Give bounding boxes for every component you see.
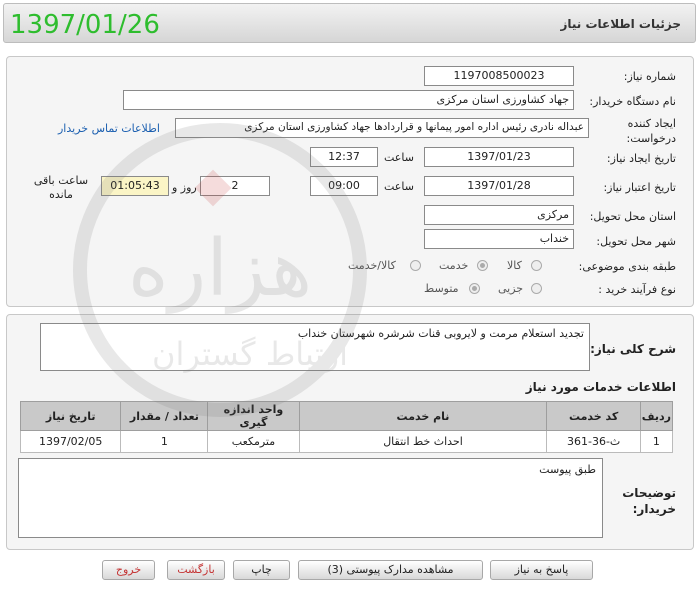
buyer-contact-link[interactable]: اطلاعات تماس خریدار bbox=[58, 122, 160, 135]
remaining-label: ساعت باقی مانده bbox=[33, 174, 89, 201]
creator-label: ایجاد کننده درخواست: bbox=[626, 117, 676, 145]
category-service-radio[interactable] bbox=[477, 260, 488, 271]
service-code-cell: ث-36-361 bbox=[546, 430, 641, 453]
unit-cell: مترمکعب bbox=[207, 430, 300, 453]
province-label: استان محل تحویل: bbox=[589, 210, 676, 223]
purchase-minor-radio[interactable] bbox=[531, 283, 542, 294]
page-header: 1397/01/26 جزئیات اطلاعات نیاز bbox=[3, 3, 696, 43]
remaining-time-field: 01:05:43 bbox=[101, 176, 169, 196]
col-row: ردیف bbox=[639, 401, 674, 431]
province-field: مرکزی bbox=[424, 205, 574, 225]
col-service-name: نام خدمت bbox=[298, 401, 548, 431]
validity-label: تاریخ اعتبار نیاز: bbox=[603, 181, 676, 194]
row-number-cell: 1 bbox=[639, 430, 674, 453]
category-service-label: خدمت bbox=[439, 259, 469, 272]
category-label: طبقه بندی موضوعی: bbox=[578, 260, 676, 273]
print-button[interactable]: چاپ bbox=[233, 560, 290, 580]
col-need-date: تاریخ نیاز bbox=[19, 401, 122, 431]
quantity-cell: 1 bbox=[120, 430, 209, 453]
header-date: 1397/01/26 bbox=[10, 10, 160, 40]
category-goods-radio[interactable] bbox=[531, 260, 542, 271]
days-field: 2 bbox=[200, 176, 270, 196]
need-number-field: 1197008500023 bbox=[424, 66, 574, 86]
created-hour-label: ساعت bbox=[384, 151, 414, 164]
validity-time-field: 09:00 bbox=[310, 176, 378, 196]
services-table-header: ردیف کد خدمت نام خدمت واحد اندازه گیری ت… bbox=[19, 401, 674, 431]
category-goods-label: کالا bbox=[507, 259, 522, 272]
city-label: شهر محل تحویل: bbox=[596, 235, 676, 248]
buyer-label: نام دستگاه خریدار: bbox=[589, 95, 676, 108]
need-number-label: شماره نیاز: bbox=[623, 70, 676, 83]
page-title: جزئیات اطلاعات نیاز bbox=[560, 17, 681, 31]
description-field: تجدید استعلام مرمت و لایروبی قنات شرشره … bbox=[40, 323, 590, 371]
validity-hour-label: ساعت bbox=[384, 180, 414, 193]
purchase-medium-label: متوسط bbox=[424, 282, 459, 295]
back-button[interactable]: بازگشت bbox=[167, 560, 225, 580]
col-unit: واحد اندازه گیری bbox=[207, 401, 300, 431]
need-date-cell: 1397/02/05 bbox=[19, 430, 122, 453]
view-attachments-button[interactable]: مشاهده مدارک پیوستی (3) bbox=[298, 560, 483, 580]
created-time-field: 12:37 bbox=[310, 147, 378, 167]
validity-date-field: 1397/01/28 bbox=[424, 176, 574, 196]
category-goods-service-radio[interactable] bbox=[410, 260, 421, 271]
created-date-label: تاریخ ایجاد نیاز: bbox=[606, 152, 676, 165]
purchase-type-label: نوع فرآیند خرید : bbox=[598, 283, 676, 296]
buyer-notes-label: توضیحات خریدار: bbox=[622, 486, 676, 516]
purchase-medium-radio[interactable] bbox=[469, 283, 480, 294]
services-table: ردیف کد خدمت نام خدمت واحد اندازه گیری ت… bbox=[19, 401, 674, 453]
category-goods-service-label: کالا/خدمت bbox=[348, 259, 396, 272]
services-section-title: اطلاعات خدمات مورد نیاز bbox=[525, 380, 676, 394]
service-name-cell: احداث خط انتقال bbox=[298, 430, 548, 453]
description-label: شرح کلی نیاز: bbox=[590, 342, 676, 356]
exit-button[interactable]: خروج bbox=[102, 560, 155, 580]
created-date-field: 1397/01/23 bbox=[424, 147, 574, 167]
col-quantity: تعداد / مقدار bbox=[120, 401, 209, 431]
days-label: روز و bbox=[172, 181, 197, 194]
city-field: خنداب bbox=[424, 229, 574, 249]
buyer-field: جهاد کشاورزی استان مرکزی bbox=[123, 90, 574, 110]
reply-button[interactable]: پاسخ به نیاز bbox=[490, 560, 593, 580]
purchase-minor-label: جزیی bbox=[498, 282, 524, 295]
creator-field: عبداله نادری رئیس اداره امور پیمانها و ق… bbox=[175, 118, 589, 138]
buyer-notes-field: طبق پیوست bbox=[18, 458, 603, 538]
table-row: 1 ث-36-361 احداث خط انتقال مترمکعب 1 139… bbox=[19, 430, 674, 453]
col-service-code: کد خدمت bbox=[546, 401, 641, 431]
